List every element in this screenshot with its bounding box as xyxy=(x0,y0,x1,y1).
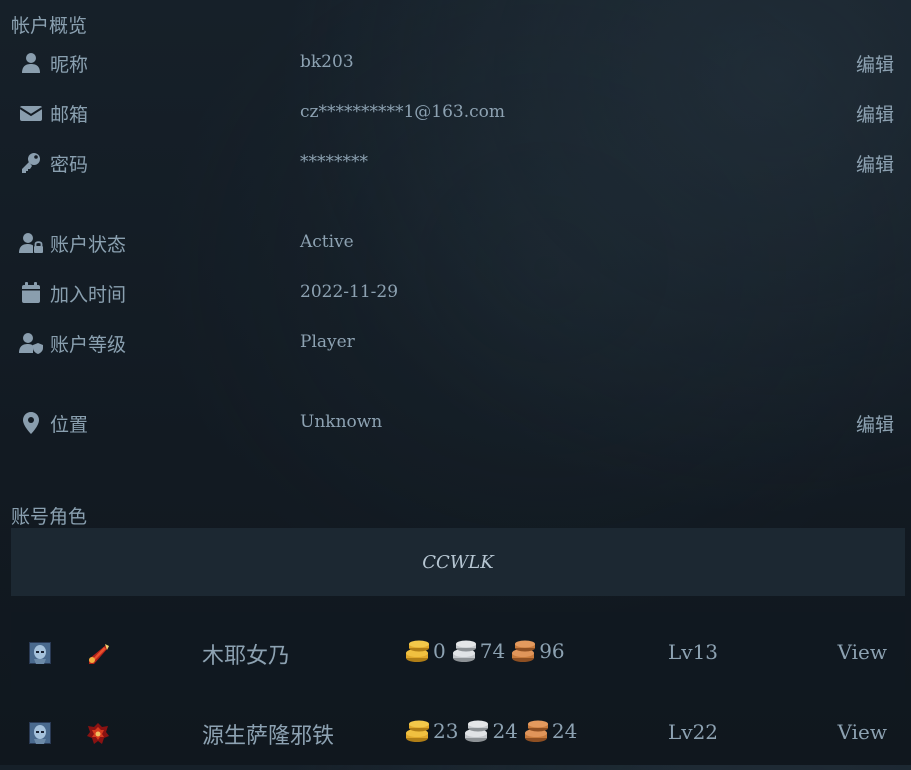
account-overview-title: 帐户概览 xyxy=(11,15,88,37)
copper-amount: 96 xyxy=(539,639,565,663)
location-value: Unknown xyxy=(300,412,383,432)
gold-coin-icon xyxy=(406,720,429,742)
copper-coin-icon xyxy=(524,720,548,742)
undead-race-icon xyxy=(29,642,51,664)
silver-amount: 74 xyxy=(479,639,506,663)
shaman-class-icon xyxy=(86,642,110,666)
character-row: 木耶女乃 0 74 96 Lv13 View xyxy=(11,612,905,690)
email-row: 邮箱 cz**********1@163.com 编辑 xyxy=(0,97,911,131)
edit-nickname-button[interactable]: 编辑 xyxy=(856,50,894,77)
silver-coin-icon xyxy=(465,720,489,742)
password-label: 密码 xyxy=(50,154,89,176)
realm-name: CCWLK xyxy=(422,551,494,573)
user-shield-icon xyxy=(19,331,43,355)
silver-coin-icon xyxy=(452,640,476,662)
character-money: 0 74 96 xyxy=(405,639,571,663)
death-knight-class-icon xyxy=(86,722,110,746)
password-row: 密码 ******** 编辑 xyxy=(0,147,911,181)
character-name: 木耶女乃 xyxy=(202,644,291,669)
account-level-label: 账户等级 xyxy=(50,334,127,356)
account-status-label: 账户状态 xyxy=(50,234,127,256)
join-date-label: 加入时间 xyxy=(50,284,127,306)
user-lock-icon xyxy=(19,231,43,255)
map-pin-icon xyxy=(19,411,43,435)
realm-header: CCWLK xyxy=(11,528,905,596)
join-date-row: 加入时间 2022-11-29 xyxy=(0,277,911,311)
copper-amount: 24 xyxy=(551,719,578,743)
join-date-value: 2022-11-29 xyxy=(300,282,399,302)
account-status-row: 账户状态 Active xyxy=(0,227,911,261)
view-character-button[interactable]: View xyxy=(838,720,887,744)
gold-coin-icon xyxy=(406,640,429,662)
email-label: 邮箱 xyxy=(50,104,89,126)
account-level-value: Player xyxy=(300,332,355,352)
view-character-button[interactable]: View xyxy=(838,640,887,664)
character-level: Lv13 xyxy=(668,640,719,664)
character-row: 源生萨隆邪铁 23 24 24 Lv22 View xyxy=(11,692,905,770)
key-icon xyxy=(19,151,43,175)
account-level-row: 账户等级 Player xyxy=(0,327,911,361)
character-money: 23 24 24 xyxy=(405,719,583,743)
gold-amount: 23 xyxy=(433,719,459,743)
edit-email-button[interactable]: 编辑 xyxy=(856,100,894,127)
account-status-value: Active xyxy=(300,232,354,252)
password-value: ******** xyxy=(300,152,368,172)
undead-race-icon xyxy=(29,722,51,744)
nickname-label: 昵称 xyxy=(50,54,89,76)
silver-amount: 24 xyxy=(492,719,518,743)
location-label: 位置 xyxy=(50,414,89,436)
copper-coin-icon xyxy=(512,640,536,662)
character-level: Lv22 xyxy=(668,720,719,744)
nickname-value: bk203 xyxy=(300,52,354,72)
user-icon xyxy=(19,51,43,75)
gold-amount: 0 xyxy=(433,639,446,663)
edit-location-button[interactable]: 编辑 xyxy=(856,410,894,437)
envelope-icon xyxy=(19,101,43,125)
edit-password-button[interactable]: 编辑 xyxy=(856,150,894,177)
calendar-icon xyxy=(19,281,43,305)
account-characters-title: 账号角色 xyxy=(11,506,88,528)
location-row: 位置 Unknown 编辑 xyxy=(0,407,911,441)
nickname-row: 昵称 bk203 编辑 xyxy=(0,47,911,81)
character-name: 源生萨隆邪铁 xyxy=(202,724,335,749)
email-value: cz**********1@163.com xyxy=(300,102,506,122)
